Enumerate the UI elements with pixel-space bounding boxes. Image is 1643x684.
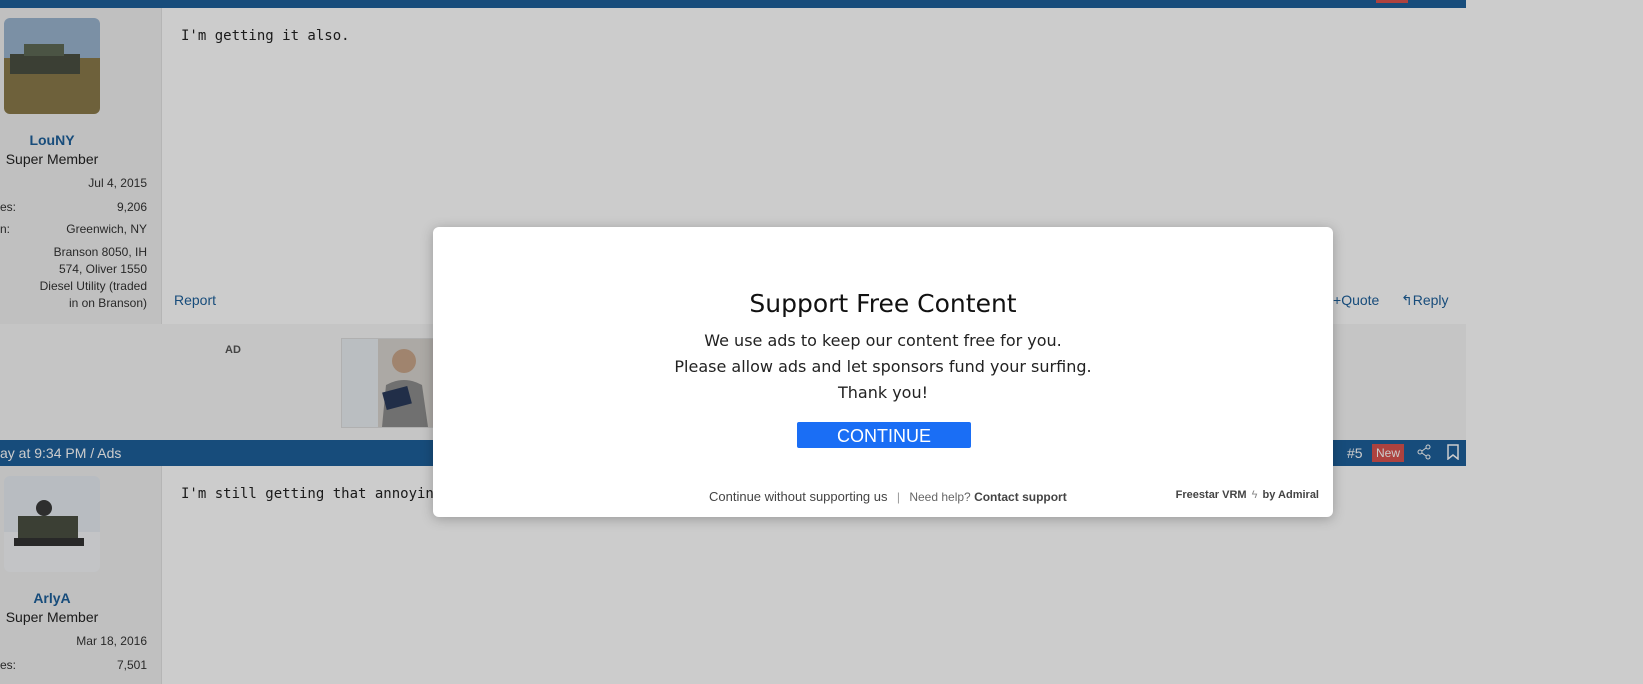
brand-name: Freestar VRM	[1175, 489, 1247, 501]
modal-message-line: We use ads to keep our content free for …	[704, 331, 1062, 350]
modal-message-line: Please allow ads and let sponsors fund y…	[674, 357, 1092, 376]
footer-links: Continue without supporting us | Need he…	[709, 489, 1067, 504]
footer-separator: |	[896, 490, 900, 504]
brand-logo: Freestar VRM ϟ by Admiral	[1176, 489, 1319, 501]
continue-without-link[interactable]: Continue without supporting us	[709, 489, 888, 504]
bolt-icon: ϟ	[1251, 489, 1258, 501]
contact-support-link[interactable]: Contact support	[974, 490, 1067, 504]
need-help-text: Need help?	[909, 490, 971, 504]
continue-button[interactable]: CONTINUE	[797, 422, 971, 448]
brand-by: by Admiral	[1262, 489, 1319, 501]
modal-title: Support Free Content	[749, 289, 1017, 318]
modal-message-line: Thank you!	[837, 383, 929, 402]
adblock-modal: Support Free Content We use ads to keep …	[433, 227, 1333, 517]
